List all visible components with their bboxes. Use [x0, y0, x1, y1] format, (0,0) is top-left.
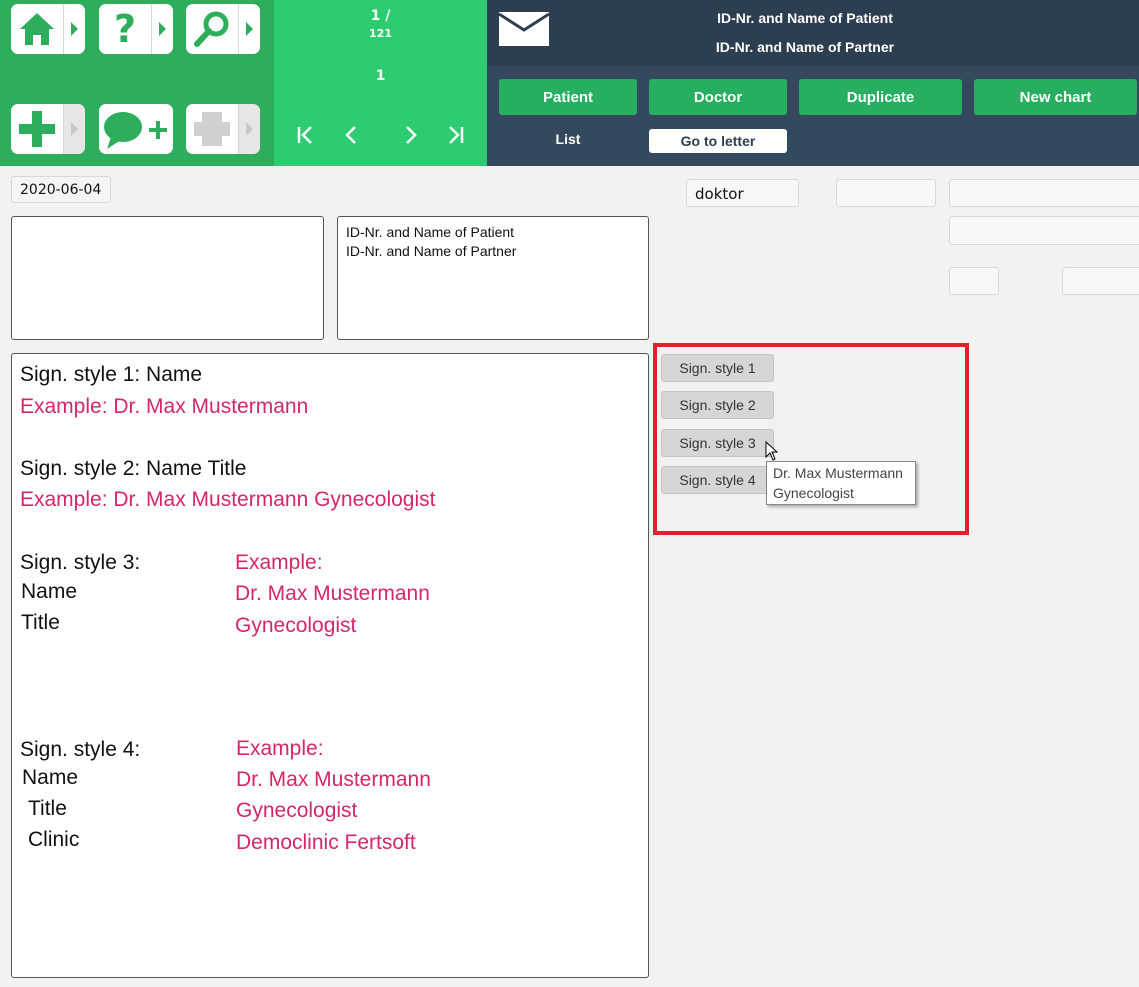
- previous-record-button[interactable]: [338, 122, 364, 148]
- printer-icon: [186, 104, 238, 154]
- help-dropdown-arrow[interactable]: [151, 4, 173, 54]
- doctor-button[interactable]: Doctor: [649, 79, 787, 115]
- sign-style-4-example-label: Example:: [236, 737, 324, 760]
- notes-box[interactable]: [11, 216, 324, 340]
- doctor-field[interactable]: doktor: [686, 179, 799, 207]
- sign-style-3-example-name: Dr. Max Mustermann: [235, 582, 430, 605]
- duplicate-button[interactable]: Duplicate: [799, 79, 962, 115]
- envelope-icon: [498, 12, 550, 46]
- add-comment-button[interactable]: [99, 104, 173, 154]
- record-number: 1: [375, 68, 386, 84]
- add-button[interactable]: [11, 104, 85, 154]
- sign-style-4-example-name: Dr. Max Mustermann: [236, 768, 431, 791]
- help-button[interactable]: ?: [99, 4, 173, 54]
- sign-style-3-example-title: Gynecologist: [235, 614, 357, 637]
- sign-style-4-title: Sign. style 4:: [20, 738, 141, 761]
- sign-style-3-name: Name: [21, 580, 78, 603]
- sign-style-3-example-label: Example:: [235, 551, 323, 574]
- address-line-partner: ID-Nr. and Name of Partner: [346, 243, 517, 259]
- sign-style-4-title-field: Title: [28, 797, 67, 820]
- chevron-left-icon: [345, 126, 356, 144]
- patient-button[interactable]: Patient: [499, 79, 637, 115]
- sign-style-4-clinic: Clinic: [28, 828, 80, 851]
- signature-tooltip: Dr. Max Mustermann Gynecologist: [766, 461, 916, 505]
- search-icon: [186, 4, 238, 54]
- sign-style-3-title-field: Title: [21, 611, 60, 634]
- home-button[interactable]: [11, 4, 85, 54]
- date-field[interactable]: 2020-06-04: [11, 176, 111, 203]
- add-dropdown-arrow[interactable]: [63, 104, 85, 154]
- record-position: 1 /: [370, 8, 391, 24]
- tooltip-line-title: Gynecologist: [773, 485, 854, 501]
- header-partner-title: ID-Nr. and Name of Partner: [715, 39, 895, 55]
- comment-add-icon: [99, 104, 173, 154]
- print-dropdown-arrow[interactable]: [238, 104, 260, 154]
- mouse-cursor-icon: [765, 441, 779, 461]
- sign-style-2-example: Example: Dr. Max Mustermann Gynecologist: [20, 488, 436, 511]
- home-dropdown-arrow[interactable]: [63, 4, 85, 54]
- search-button[interactable]: [186, 4, 260, 54]
- empty-field-1[interactable]: [836, 179, 936, 207]
- sign-style-1-title: Sign. style 1: Name: [20, 363, 203, 386]
- address-box[interactable]: ID-Nr. and Name of Patient ID-Nr. and Na…: [337, 216, 649, 340]
- record-total: 121: [369, 27, 392, 40]
- first-record-button[interactable]: [292, 122, 318, 148]
- first-icon: [297, 126, 312, 144]
- address-line-patient: ID-Nr. and Name of Patient: [346, 224, 515, 240]
- list-link[interactable]: List: [540, 131, 596, 147]
- sign-style-4-name: Name: [22, 766, 79, 789]
- sign-style-4-example-title: Gynecologist: [236, 799, 358, 822]
- search-dropdown-arrow[interactable]: [238, 4, 260, 54]
- empty-field-3[interactable]: [949, 216, 1139, 245]
- print-button[interactable]: [186, 104, 260, 154]
- last-icon: [449, 126, 464, 144]
- empty-field-4[interactable]: [949, 267, 999, 295]
- sign-style-2-title: Sign. style 2: Name Title: [20, 457, 247, 480]
- go-to-letter-button[interactable]: Go to letter: [649, 129, 787, 153]
- next-record-button[interactable]: [398, 122, 424, 148]
- question-icon: ?: [113, 7, 137, 51]
- signature-info-box[interactable]: Sign. style 1: Name Example: Dr. Max Mus…: [11, 353, 649, 978]
- chevron-right-icon: [406, 126, 417, 144]
- sign-style-4-example-clinic: Democlinic Fertsoft: [236, 831, 416, 854]
- plus-icon: [11, 104, 63, 154]
- empty-field-5[interactable]: [1062, 267, 1139, 295]
- header-patient-title: ID-Nr. and Name of Patient: [717, 10, 893, 26]
- sign-style-1-example: Example: Dr. Max Mustermann: [20, 395, 309, 418]
- sign-style-3-title: Sign. style 3:: [20, 551, 141, 574]
- new-chart-button[interactable]: New chart: [974, 79, 1137, 115]
- home-icon: [11, 4, 63, 54]
- empty-field-2[interactable]: [949, 179, 1139, 207]
- highlight-frame: [653, 343, 969, 535]
- last-record-button[interactable]: [443, 122, 469, 148]
- tooltip-line-name: Dr. Max Mustermann: [773, 465, 903, 481]
